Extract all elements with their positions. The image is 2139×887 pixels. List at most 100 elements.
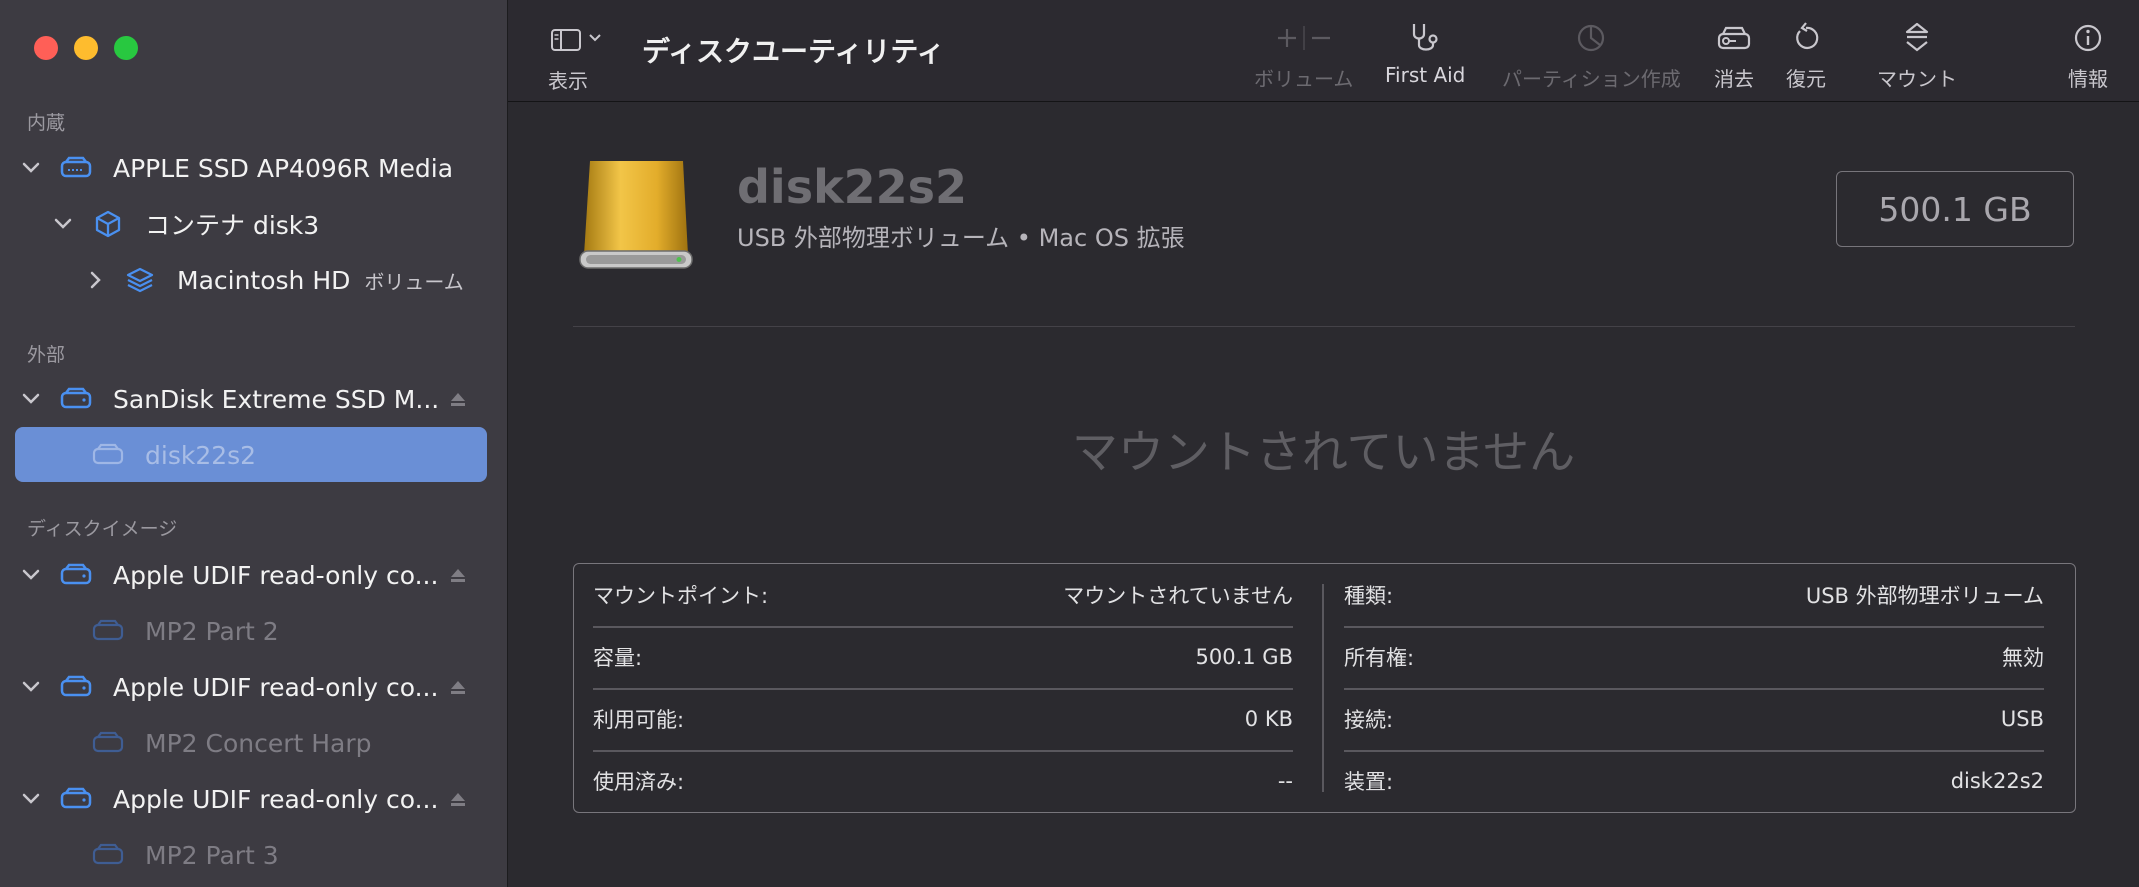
eject-icon[interactable] [448,565,468,585]
sidebar-item-name: Macintosh HD [177,265,351,295]
first-aid-button[interactable]: First Aid [1385,18,1465,87]
restore-button[interactable]: 復元 [1786,18,1826,92]
eject-icon[interactable] [448,677,468,697]
chevron-down-icon[interactable] [21,677,41,697]
info-row: 容量: 500.1 GB [593,626,1293,688]
chevron-down-icon[interactable] [21,389,41,409]
volume-disk-icon [92,615,124,647]
partition-button[interactable]: パーティション作成 [1502,18,1681,92]
mount-button[interactable]: マウント [1877,18,1957,92]
eject-icon[interactable] [448,789,468,809]
sidebar-item-macintosh-hd[interactable]: Macintosh HD ボリューム [0,252,507,308]
restore-arrow-icon [1786,18,1826,58]
info-row: 種類: USB 外部物理ボリューム [1344,564,2044,626]
info-row: 装置: disk22s2 [1344,750,2044,812]
info-key: マウントポイント: [593,584,769,608]
info-key: 接続: [1344,708,1394,732]
sidebar-item-label: MP2 Part 3 [145,840,279,870]
sidebar-item-label: APPLE SSD AP4096R Media [113,153,454,183]
info-value: マウントされていません [1063,584,1293,608]
partition-label: パーティション作成 [1502,67,1681,91]
pie-chart-icon [1571,18,1611,58]
info-value: USB [2000,707,2044,731]
info-row: マウントポイント: マウントされていません [593,564,1293,626]
mount-label: マウント [1877,67,1957,91]
info-key: 所有権: [1344,646,1415,670]
sidebar-item-apple-ssd[interactable]: APPLE SSD AP4096R Media [0,140,507,196]
info-key: 装置: [1344,770,1394,794]
zoom-window-button[interactable] [114,36,138,60]
window-title: ディスクユーティリティ [642,35,945,68]
close-window-button[interactable] [34,36,58,60]
usb-drive-icon [578,155,698,279]
column-divider [1322,584,1324,792]
sidebar-item-udif-2[interactable]: Apple UDIF read-only co... [0,659,507,715]
disk-image-icon [60,783,92,815]
view-label: 表示 [548,69,588,93]
volume-label: ボリューム [1254,67,1354,91]
sidebar-item-label: MP2 Concert Harp [145,728,372,758]
sidebar-item-sublabel: ボリューム [364,269,464,294]
sidebar-item-mp2-part3[interactable]: MP2 Part 3 [0,827,507,883]
info-row: 利用可能: 0 KB [593,688,1293,750]
chevron-down-icon[interactable] [21,158,41,178]
sidebar-item-label: MP2 Part 2 [145,616,279,646]
sidebar-item-container-disk3[interactable]: コンテナ disk3 [0,196,507,252]
volume-disk-icon [92,727,124,759]
disk-image-icon [60,559,92,591]
section-label-disk-images: ディスクイメージ [27,518,178,540]
info-row: 所有権: 無効 [1344,626,2044,688]
sidebar-item-udif-1[interactable]: Apple UDIF read-only co... [0,547,507,603]
erase-disk-icon [1714,18,1754,58]
erase-button[interactable]: 消去 [1714,18,1754,92]
chevron-right-icon[interactable] [86,270,106,290]
stethoscope-icon [1405,18,1445,58]
volume-stack-icon [124,264,156,296]
chevron-down-icon[interactable] [21,789,41,809]
info-key: 種類: [1344,584,1394,608]
info-value: USB 外部物理ボリューム [1805,584,2044,608]
window-controls [34,36,138,60]
info-value: 0 KB [1244,707,1293,731]
info-row: 使用済み: -- [593,750,1293,812]
sidebar-item-mp2-part2[interactable]: MP2 Part 2 [0,603,507,659]
sidebar-item-label: Apple UDIF read-only co... [113,672,439,702]
sidebar-item-label: Apple UDIF read-only co... [113,560,439,590]
info-key: 使用済み: [593,770,685,794]
info-button[interactable]: 情報 [2068,18,2108,92]
volume-disk-icon [92,839,124,871]
mount-status-message: マウントされていません [1071,425,1576,479]
erase-label: 消去 [1714,67,1754,91]
capacity-badge: 500.1 GB [1836,171,2074,247]
sidebar-item-udif-3[interactable]: Apple UDIF read-only co... [0,771,507,827]
sidebar-item-label: コンテナ disk3 [145,211,320,240]
info-value: 500.1 GB [1195,645,1293,669]
info-table: マウントポイント: マウントされていません 容量: 500.1 GB 利用可能:… [573,563,2076,813]
info-circle-icon [2068,18,2108,58]
info-row: 接続: USB [1344,688,2044,750]
divider [573,326,2075,327]
sidebar-toggle-icon [548,20,608,60]
disk-name: disk22s2 [737,160,968,214]
view-button[interactable]: 表示 [548,20,608,94]
sidebar-item-mp2-concert-harp[interactable]: MP2 Concert Harp [0,715,507,771]
restore-label: 復元 [1786,67,1826,91]
info-value: 無効 [2002,646,2044,670]
section-label-external: 外部 [27,344,66,366]
chevron-down-icon[interactable] [21,565,41,585]
first-aid-label: First Aid [1385,63,1466,87]
info-key: 利用可能: [593,708,685,732]
sidebar-item-label: Macintosh HD ボリューム [177,266,464,295]
container-cube-icon [92,208,124,240]
disk-image-icon [60,671,92,703]
plus-minus-icon [1268,18,1340,58]
info-label: 情報 [2068,67,2108,91]
chevron-down-icon[interactable] [53,214,73,234]
minimize-window-button[interactable] [74,36,98,60]
volume-add-remove-button[interactable]: ボリューム [1254,18,1353,92]
info-key: 容量: [593,646,643,670]
external-disk-icon [60,383,92,415]
eject-icon[interactable] [448,389,468,409]
info-value: -- [1277,769,1293,793]
mount-icon [1897,18,1937,58]
